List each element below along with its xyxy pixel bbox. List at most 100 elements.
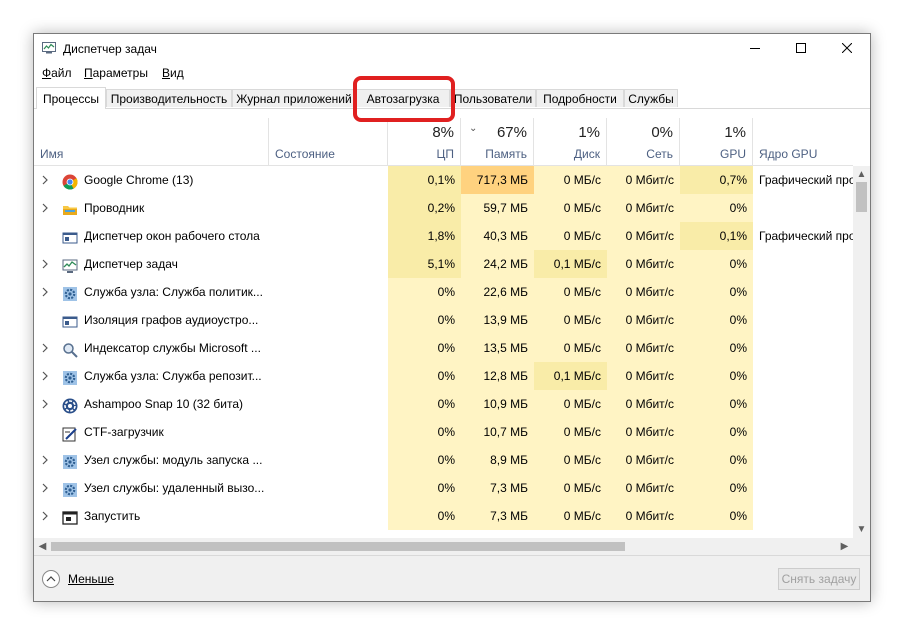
table-row[interactable]: Запустить 0% 7,3 МБ 0 МБ/с 0 Мбит/с 0% [34,502,853,530]
table-row[interactable]: Диспетчер окон рабочего стола 1,8% 40,3 МБ… [34,222,853,250]
menu-view[interactable]: Вид [162,66,184,80]
chevron-right-icon[interactable] [42,446,52,474]
cell-network: 0 Мбит/с [607,222,680,250]
cell-disk: 0 МБ/с [534,222,607,250]
scrollbar-corner [853,538,870,555]
process-name: Изоляция графов аудиоустро... [84,313,259,327]
col-disk-label: Диск [573,147,600,161]
cell-status [268,502,388,530]
table-row[interactable]: Ashampoo Snap 10 (32 бита) 0% 10,9 МБ 0 МБ/… [34,390,853,418]
table-row[interactable]: Служба узла: Служба политик... 0% 22,6 МБ 0… [34,278,853,306]
chevron-up-icon [42,570,60,588]
chevron-right-icon[interactable] [42,502,52,530]
cell-disk: 0 МБ/с [534,306,607,334]
table-row[interactable]: Служба узла: Служба репозит... 0% 12,8 МБ 0… [34,362,853,390]
horizontal-scroll-thumb[interactable] [51,542,625,551]
cell-gpu: 0% [680,278,753,306]
tab-processes[interactable]: Процессы [36,87,106,109]
cell-gpu-engine [753,306,853,334]
cell-name: Проводник [34,194,268,222]
cell-name: Служба узла: Служба политик... [34,278,268,306]
scroll-down-icon[interactable]: ▼ [853,521,870,538]
startup-tab-highlight [353,76,455,122]
cell-memory: 717,3 МБ [461,166,534,194]
cell-network: 0 Мбит/с [607,306,680,334]
col-mem-pct: 67% [496,124,527,141]
tab-performance[interactable]: Производительность [106,89,232,107]
chevron-right-icon[interactable] [42,278,52,306]
tab-details[interactable]: Подробности [536,89,624,107]
col-header-status[interactable]: Состояние [268,118,388,165]
col-header-disk[interactable]: 1% Диск [534,118,607,165]
horizontal-scrollbar[interactable]: ◀ ▶ [34,538,853,555]
minimize-button[interactable] [732,34,778,62]
cell-status [268,278,388,306]
table-row[interactable]: Проводник 0,2% 59,7 МБ 0 МБ/с 0 Мбит/с 0% [34,194,853,222]
cell-disk: 0 МБ/с [534,166,607,194]
col-header-name[interactable]: Имя [34,118,268,165]
vertical-scroll-thumb[interactable] [856,182,867,212]
cell-memory: 7,3 МБ [461,502,534,530]
col-cpu-label: ЦП [436,147,454,161]
col-header-memory[interactable]: ⌄ 67% Память [461,118,534,165]
vertical-scrollbar[interactable]: ▲ ▼ [853,166,870,538]
chevron-right-icon[interactable] [42,474,52,502]
table-row[interactable]: Изоляция графов аудиоустро... 0% 13,9 МБ 0 … [34,306,853,334]
col-gpu-engine-label: Ядро GPU [759,147,818,161]
cell-network: 0 Мбит/с [607,474,680,502]
menu-parameters[interactable]: Параметры [84,66,148,80]
col-header-gpu-engine[interactable]: Ядро GPU [753,118,853,165]
cell-disk: 0 МБ/с [534,278,607,306]
scroll-right-icon[interactable]: ▶ [836,538,853,555]
cell-network: 0 Мбит/с [607,278,680,306]
tab-users[interactable]: Пользователи [450,89,536,107]
chevron-right-icon[interactable] [42,250,52,278]
table-row[interactable]: Диспетчер задач 5,1% 24,2 МБ 0,1 МБ/с 0 Мбит… [34,250,853,278]
cell-gpu-engine: Графический процессор [759,229,853,243]
maximize-button[interactable] [778,34,824,62]
cell-network: 0 Мбит/с [607,194,680,222]
cell-cpu: 0% [388,334,461,362]
table-row[interactable]: Индексатор службы Microsoft ... 0% 13,5 МБ… [34,334,853,362]
chevron-right-icon[interactable] [42,390,52,418]
cell-network: 0 Мбит/с [607,418,680,446]
close-icon [842,43,852,53]
gear-icon [62,452,78,469]
table-row[interactable]: Узел службы: модуль запуска ... 0% 8,9 МБ 0… [34,446,853,474]
fewer-details-button[interactable]: Меньше [42,570,114,588]
process-name: Проводник [84,201,145,215]
menu-file[interactable]: Файл [42,66,72,80]
cell-name: Служба узла: Служба репозит... [34,362,268,390]
col-header-gpu[interactable]: 1% GPU [680,118,753,165]
tab-app-history[interactable]: Журнал приложений [232,89,356,107]
tab-services[interactable]: Службы [624,89,678,107]
cell-memory: 10,9 МБ [461,390,534,418]
process-name: Служба узла: Служба репозит... [84,369,262,383]
scroll-left-icon[interactable]: ◀ [34,538,51,555]
cell-status [268,390,388,418]
cell-disk: 0 МБ/с [534,474,607,502]
col-header-cpu[interactable]: 8% ЦП [388,118,461,165]
cell-network: 0 Мбит/с [607,502,680,530]
col-header-network[interactable]: 0% Сеть [607,118,680,165]
cell-memory: 12,8 МБ [461,362,534,390]
table-row[interactable]: Google Chrome (13) 0,1% 717,3 МБ 0 МБ/с 0 Мб… [34,166,853,194]
table-row[interactable]: CTF-загрузчик 0% 10,7 МБ 0 МБ/с 0 Мбит/с 0% [34,418,853,446]
cell-name: Google Chrome (13) [34,166,268,194]
chevron-right-icon[interactable] [42,166,52,194]
chevron-right-icon[interactable] [42,334,52,362]
chevron-right-icon[interactable] [42,362,52,390]
ashampoo-icon [62,396,78,414]
chevron-right-icon[interactable] [42,194,52,222]
cell-cpu: 1,8% [388,222,461,250]
menu-parameters-label: араметры [92,66,148,80]
table-row[interactable]: Узел службы: удаленный вызо... 0% 7,3 МБ 0 … [34,474,853,502]
close-button[interactable] [824,34,870,62]
cell-name: Диспетчер окон рабочего стола [34,222,268,250]
cell-cpu: 0% [388,418,461,446]
col-gpu-label: GPU [719,147,746,161]
cell-gpu: 0,1% [680,222,753,250]
cell-gpu: 0% [680,306,753,334]
end-task-button[interactable]: Снять задачу [778,568,860,590]
scroll-up-icon[interactable]: ▲ [853,166,870,183]
